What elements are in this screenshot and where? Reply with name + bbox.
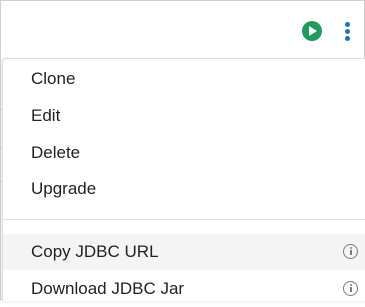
menu-item-label: Delete xyxy=(31,143,81,162)
more-options-icon[interactable] xyxy=(342,21,354,41)
menu-item-upgrade[interactable]: Upgrade xyxy=(3,171,365,207)
info-icon[interactable] xyxy=(343,244,358,259)
menu-item-label: Edit xyxy=(31,106,61,125)
info-icon[interactable] xyxy=(343,281,358,296)
play-triangle xyxy=(309,26,317,36)
card-toolbar xyxy=(0,0,365,58)
kebab-dot xyxy=(345,29,350,34)
menu-item-clone[interactable]: Clone xyxy=(3,61,365,97)
menu-item-label: Copy JDBC URL xyxy=(31,242,159,261)
kebab-dot xyxy=(345,22,350,27)
menu-item-label: Upgrade xyxy=(31,179,97,198)
info-dot xyxy=(349,284,352,286)
menu-item-copy-jdbc-url[interactable]: Copy JDBC URL xyxy=(3,234,365,270)
menu-item-download-jdbc-jar[interactable]: Download JDBC Jar xyxy=(3,271,365,307)
info-stem xyxy=(349,250,352,255)
info-dot xyxy=(349,247,352,249)
info-stem xyxy=(349,287,352,292)
play-icon[interactable] xyxy=(302,21,322,41)
menu-item-edit[interactable]: Edit xyxy=(3,98,365,134)
menu-item-label: Clone xyxy=(31,69,76,88)
context-menu: Clone Edit Delete Upgrade Copy JDBC URL … xyxy=(2,58,365,301)
kebab-dot xyxy=(345,36,350,41)
menu-item-label: Download JDBC Jar xyxy=(31,279,185,298)
menu-item-delete[interactable]: Delete xyxy=(3,135,365,171)
menu-divider xyxy=(3,219,365,220)
